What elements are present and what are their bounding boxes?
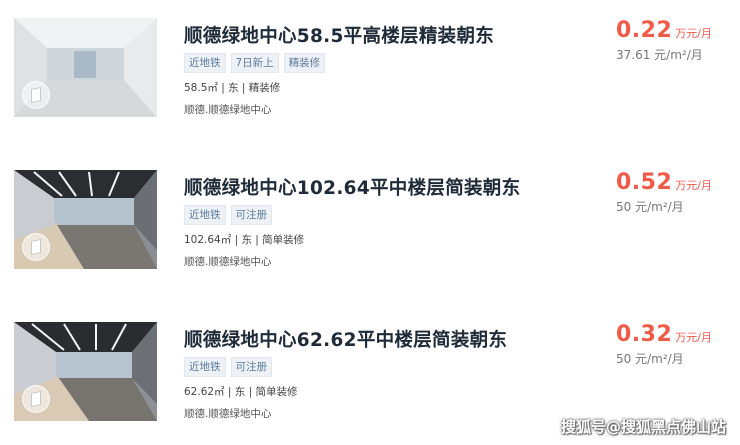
listing-photo[interactable] (14, 18, 157, 117)
listing-title[interactable]: 顺德绿地中心102.64平中楼层简装朝东 (184, 174, 520, 200)
price-unit: 万元/月 (675, 27, 712, 40)
price-unit: 万元/月 (675, 331, 712, 344)
listing-title[interactable]: 顺德绿地中心58.5平高楼层精装朝东 (184, 22, 494, 48)
price-value: 0.32 (616, 322, 673, 347)
listing-tags: 近地铁 可注册 (184, 205, 272, 225)
listing-photo[interactable] (14, 170, 157, 269)
listing-meta: 58.5㎡ | 东 | 精装修 (184, 82, 281, 94)
unit-price: 37.61 元/m²/月 (616, 48, 703, 62)
tag: 可注册 (230, 205, 272, 225)
tag: 可注册 (230, 357, 272, 377)
listing-location: 顺德.顺德绿地中心 (184, 408, 272, 420)
listing-tags: 近地铁 7日新上 精装修 (184, 53, 326, 73)
listing-location: 顺德.顺德绿地中心 (184, 256, 272, 268)
tag: 精装修 (283, 53, 326, 73)
tag: 7日新上 (230, 53, 279, 73)
listing-photo[interactable] (14, 322, 157, 421)
listing-price: 0.22 万元/月 (616, 18, 712, 43)
unit-price: 50 元/m²/月 (616, 200, 684, 214)
watermark: 搜狐号@搜狐黑点佛山站 (560, 418, 726, 436)
listing-tags: 近地铁 可注册 (184, 357, 272, 377)
vr-360-icon[interactable] (22, 385, 50, 413)
listing-title[interactable]: 顺德绿地中心62.62平中楼层简装朝东 (184, 326, 507, 352)
listing-location: 顺德.顺德绿地中心 (184, 104, 272, 116)
tag: 近地铁 (184, 205, 226, 225)
listing-price: 0.52 万元/月 (616, 170, 712, 195)
listing-meta: 102.64㎡ | 东 | 简单装修 (184, 234, 305, 246)
vr-360-icon[interactable] (22, 233, 50, 261)
listing-price: 0.32 万元/月 (616, 322, 712, 347)
tag: 近地铁 (184, 53, 226, 73)
listing-card[interactable]: 顺德绿地中心102.64平中楼层简装朝东 近地铁 可注册 102.64㎡ | 东… (0, 164, 740, 282)
tag: 近地铁 (184, 357, 226, 377)
listing-card[interactable]: 顺德绿地中心58.5平高楼层精装朝东 近地铁 7日新上 精装修 58.5㎡ | … (0, 12, 740, 130)
price-value: 0.22 (616, 18, 673, 43)
price-value: 0.52 (616, 170, 673, 195)
listing-meta: 62.62㎡ | 东 | 简单装修 (184, 386, 298, 398)
unit-price: 50 元/m²/月 (616, 352, 684, 366)
vr-360-icon[interactable] (22, 81, 50, 109)
price-unit: 万元/月 (675, 179, 712, 192)
